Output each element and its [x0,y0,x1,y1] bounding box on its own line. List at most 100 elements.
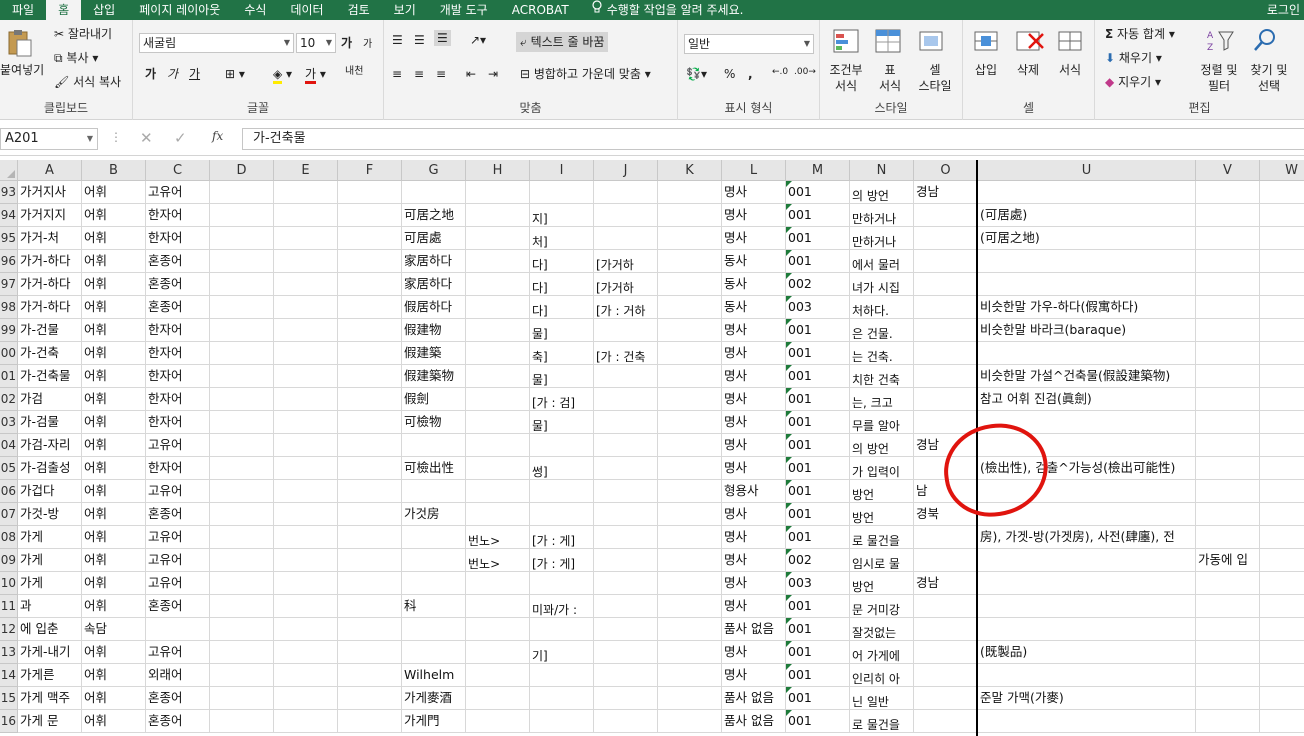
cell-w[interactable] [1260,687,1304,710]
cell-e[interactable] [274,457,338,480]
cell-m[interactable]: 001 [786,227,850,250]
cell-i[interactable] [530,710,594,733]
sort-filter-button[interactable]: 정렬 및 필터 [1197,62,1241,94]
cell-f[interactable] [338,319,402,342]
cell-j[interactable] [594,618,658,641]
cell-n[interactable]: 어 가게에 [850,641,914,664]
cell-n[interactable]: 무를 알아 [850,411,914,434]
row-header[interactable]: 06 [0,480,18,503]
cell-a[interactable]: 가-건축물 [18,365,82,388]
cell-b[interactable]: 어휘 [82,641,146,664]
cell-o[interactable] [914,664,978,687]
cell-j[interactable] [594,503,658,526]
cell-g[interactable] [402,572,466,595]
cut-button[interactable]: ✂ 잘라내기 [54,26,112,42]
cell-h[interactable]: 번노> [466,549,530,572]
row-header[interactable]: 16 [0,710,18,733]
cell-h[interactable] [466,664,530,687]
column-header-h[interactable]: H [466,160,530,181]
row-header[interactable]: 96 [0,250,18,273]
row-header[interactable]: 97 [0,273,18,296]
cell-v[interactable] [1196,365,1260,388]
cell-a[interactable]: 가거-처 [18,227,82,250]
cell-v[interactable] [1196,434,1260,457]
cell-m[interactable]: 001 [786,526,850,549]
cell-l[interactable]: 명사 [722,549,786,572]
format-painter-button[interactable]: 🖌 서식 복사 [54,74,121,90]
column-header-v[interactable]: V [1196,160,1260,181]
align-top-icon[interactable]: ☰ [392,32,403,48]
cell-k[interactable] [658,273,722,296]
cell-w[interactable] [1260,273,1304,296]
cell-c[interactable]: 고유어 [146,526,210,549]
cell-c[interactable]: 한자어 [146,342,210,365]
cell-a[interactable]: 가게 문 [18,710,82,733]
cell-h[interactable] [466,434,530,457]
cell-b[interactable]: 어휘 [82,503,146,526]
cell-i[interactable]: 물] [530,411,594,434]
cell-f[interactable] [338,365,402,388]
cell-k[interactable] [658,411,722,434]
cell-m[interactable]: 001 [786,664,850,687]
cell-i[interactable]: [가 : 게] [530,526,594,549]
cell-h[interactable] [466,181,530,204]
cell-i[interactable]: 지] [530,204,594,227]
cell-h[interactable] [466,480,530,503]
cell-g[interactable] [402,549,466,572]
cell-o[interactable] [914,388,978,411]
cell-g[interactable] [402,181,466,204]
cell-d[interactable] [210,618,274,641]
cell-a[interactable]: 가거지사 [18,181,82,204]
cell-f[interactable] [338,618,402,641]
cell-d[interactable] [210,572,274,595]
enter-icon[interactable]: ✓ [174,129,187,147]
cell-g[interactable]: 가것房 [402,503,466,526]
cell-d[interactable] [210,687,274,710]
cell-w[interactable] [1260,572,1304,595]
underline-button[interactable]: 가 [189,66,200,82]
cell-n[interactable]: 의 방언 [850,434,914,457]
tell-me-box[interactable]: 수행할 작업을 알려 주세요. [581,0,743,20]
cell-g[interactable]: 가게門 [402,710,466,733]
cell-m[interactable]: 001 [786,388,850,411]
cell-i[interactable]: [가 : 검] [530,388,594,411]
cell-h[interactable] [466,710,530,733]
cell-w[interactable] [1260,365,1304,388]
cell-k[interactable] [658,664,722,687]
column-header-i[interactable]: I [530,160,594,181]
font-color-button[interactable]: 가 ▾ [305,66,326,84]
cell-i[interactable]: 처] [530,227,594,250]
grow-font-button[interactable]: 가 [341,35,352,51]
tab-formulas[interactable]: 수식 [232,0,278,20]
cell-l[interactable]: 명사 [722,365,786,388]
cell-h[interactable] [466,618,530,641]
cell-m[interactable]: 001 [786,319,850,342]
cell-b[interactable]: 어휘 [82,227,146,250]
cell-n[interactable]: 에서 물러 [850,250,914,273]
cell-f[interactable] [338,526,402,549]
cell-k[interactable] [658,687,722,710]
cell-l[interactable]: 명사 [722,227,786,250]
cell-styles-button[interactable]: 셀 스타일 [912,62,958,94]
cell-g[interactable]: 可檢出性 [402,457,466,480]
cell-m[interactable]: 001 [786,365,850,388]
increase-indent-icon[interactable]: ⇥ [488,66,498,82]
cell-g[interactable]: 가게麥酒 [402,687,466,710]
cell-e[interactable] [274,227,338,250]
cell-c[interactable] [146,618,210,641]
cell-u[interactable] [978,250,1196,273]
cell-u[interactable]: 비슷한말 가우-하다(假寓하다) [978,296,1196,319]
italic-button[interactable]: 가 [167,66,178,82]
cell-b[interactable]: 어휘 [82,687,146,710]
cell-k[interactable] [658,342,722,365]
cell-i[interactable]: 물] [530,319,594,342]
cell-j[interactable] [594,181,658,204]
cell-b[interactable]: 어휘 [82,204,146,227]
select-all-corner[interactable] [0,160,18,181]
cell-l[interactable]: 형용사 [722,480,786,503]
cell-w[interactable] [1260,342,1304,365]
cell-g[interactable]: 假建築 [402,342,466,365]
cell-l[interactable]: 동사 [722,273,786,296]
cell-d[interactable] [210,250,274,273]
cell-v[interactable] [1196,526,1260,549]
